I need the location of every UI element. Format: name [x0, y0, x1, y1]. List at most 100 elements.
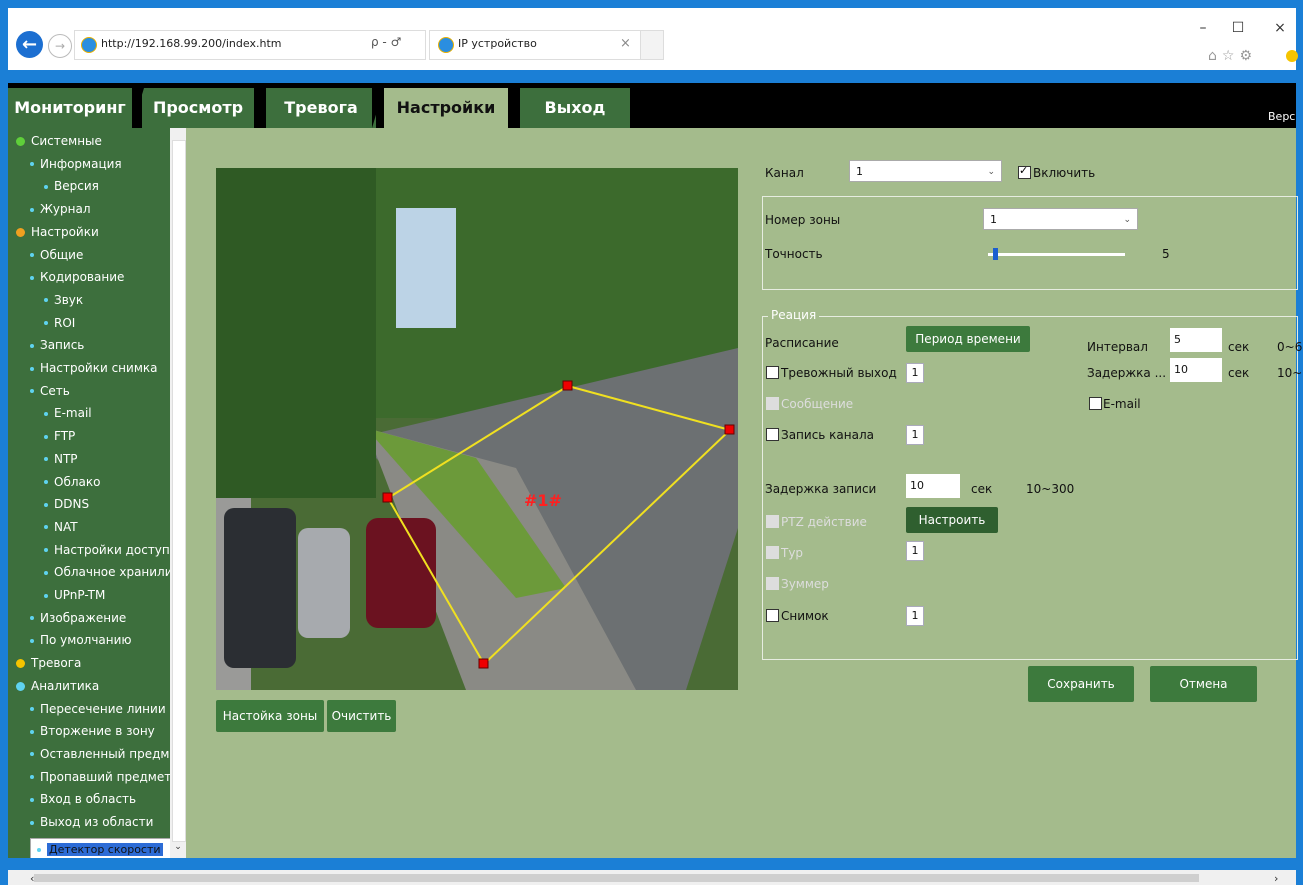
search-refresh-icon[interactable]: ρ - ♂	[371, 35, 401, 49]
zone-vertex[interactable]	[478, 658, 489, 669]
zone-vertex[interactable]	[382, 492, 393, 503]
sidebar-item[interactable]: Настройки снимка	[30, 361, 186, 375]
clear-button[interactable]: Очистить	[327, 700, 396, 732]
tab-settings[interactable]: Настройки	[384, 88, 508, 128]
tour-checkbox[interactable]	[766, 546, 779, 559]
sidebar-item[interactable]: Системные	[16, 134, 176, 148]
version-label: Верс	[1268, 110, 1296, 123]
snapshot-1[interactable]: 1	[906, 606, 924, 626]
sidebar-item[interactable]: Облачное хранилище	[44, 565, 186, 579]
delay-input[interactable]: 10	[1170, 358, 1222, 382]
sidebar-item-label: Запись	[40, 338, 85, 353]
sidebar-item[interactable]: ROI	[44, 316, 186, 330]
sidebar-item[interactable]: Вход в область	[30, 792, 186, 806]
bullet-icon	[44, 548, 48, 553]
sidebar-item[interactable]: Общие	[30, 248, 186, 262]
tour-1[interactable]: 1	[906, 541, 924, 561]
sensitivity-slider-handle[interactable]	[993, 248, 999, 260]
record-channel-label: Запись канала	[781, 428, 874, 442]
tab-close-icon[interactable]: ×	[620, 36, 631, 51]
zone-number-select[interactable]: 1 ⌄	[983, 208, 1138, 230]
message-checkbox[interactable]	[766, 397, 779, 410]
tab-logout[interactable]: Выход	[520, 88, 630, 128]
minimize-button[interactable]: –	[1193, 20, 1213, 36]
ie-icon	[81, 37, 97, 53]
sidebar-item[interactable]: Аналитика	[16, 679, 176, 693]
sidebar-item[interactable]: FTP	[44, 429, 186, 443]
zone-setup-button[interactable]: Настойка зоны	[216, 700, 324, 732]
smiley-icon[interactable]	[1286, 50, 1298, 62]
sidebar-item[interactable]: Облако	[44, 475, 186, 489]
record-channel-checkbox[interactable]	[766, 428, 779, 441]
sidebar-item[interactable]: Журнал	[30, 202, 186, 216]
enable-checkbox[interactable]: ✓	[1018, 164, 1031, 179]
home-favorites-settings-icons[interactable]: ⌂☆⚙	[1208, 48, 1257, 64]
tab-monitoring[interactable]: Мониторинг	[8, 88, 132, 128]
ptz-configure-button[interactable]: Настроить	[906, 507, 998, 533]
scroll-right-icon[interactable]: ›	[1274, 872, 1278, 885]
sidebar-item[interactable]: DDNS	[44, 497, 186, 511]
sidebar-item[interactable]: Кодирование	[30, 270, 186, 284]
cancel-button[interactable]: Отмена	[1150, 666, 1257, 702]
tab-alarm[interactable]: Тревога	[266, 88, 376, 128]
alarm-output-1[interactable]: 1	[906, 363, 924, 383]
sidebar-item[interactable]: Звук	[44, 293, 186, 307]
sidebar-item[interactable]: Сеть	[30, 384, 186, 398]
record-delay-input[interactable]: 10	[906, 474, 960, 498]
camera-preview[interactable]: #1#	[216, 168, 738, 690]
sidebar-item[interactable]: Настройки доступа	[44, 543, 186, 557]
sidebar-item-label: UPnP-TM	[54, 588, 106, 602]
sidebar-item[interactable]: NAT	[44, 520, 186, 534]
sidebar-item[interactable]: NTP	[44, 452, 186, 466]
save-button[interactable]: Сохранить	[1028, 666, 1134, 702]
sidebar-item[interactable]: Пересечение линии	[30, 702, 186, 716]
time-period-button[interactable]: Период времени	[906, 326, 1030, 352]
sidebar-item[interactable]: Тревога	[16, 656, 176, 670]
zone-vertex[interactable]	[724, 424, 735, 435]
sidebar-item[interactable]: Информация	[30, 157, 186, 171]
ptz-checkbox[interactable]	[766, 515, 779, 528]
browser-tab[interactable]: IP устройство ×	[429, 30, 641, 60]
record-channel-1[interactable]: 1	[906, 425, 924, 445]
sidebar-item[interactable]: Вторжение в зону	[30, 724, 186, 738]
snapshot-checkbox[interactable]	[766, 609, 779, 622]
zone-vertex[interactable]	[562, 380, 573, 391]
tab-playback[interactable]: Просмотр	[142, 88, 254, 128]
alarm-output-checkbox[interactable]	[766, 366, 779, 379]
interval-input[interactable]: 5	[1170, 328, 1222, 352]
bullet-icon	[30, 707, 34, 711]
channel-select[interactable]: 1 ⌄	[849, 160, 1002, 182]
scroll-left-icon[interactable]: ‹	[30, 872, 34, 885]
sidebar-item[interactable]: E-mail	[44, 406, 186, 420]
chevron-down-icon: ⌄	[1123, 215, 1131, 225]
sidebar-item[interactable]: Детектор скорости	[30, 837, 186, 858]
horizontal-scroll-thumb[interactable]	[34, 874, 1199, 882]
bullet-icon	[44, 184, 48, 189]
sidebar-item-label: Аналитика	[31, 678, 100, 693]
scroll-down-icon[interactable]: ⌄	[172, 842, 184, 852]
sidebar-item-label: E-mail	[54, 406, 92, 421]
sidebar-item-label: Звук	[54, 292, 84, 307]
close-window-button[interactable]: ×	[1270, 20, 1290, 36]
new-tab-button[interactable]	[640, 30, 664, 60]
bullet-icon	[44, 298, 48, 303]
zone-label: #1#	[524, 491, 562, 510]
sidebar-item[interactable]: Версия	[44, 179, 186, 193]
sidebar-item[interactable]: Оставленный предмет	[30, 747, 186, 761]
address-bar[interactable]: http://192.168.99.200/index.htm ρ - ♂	[74, 30, 426, 60]
forward-button[interactable]: →	[48, 34, 72, 58]
email-checkbox[interactable]	[1089, 397, 1102, 410]
sidebar-item[interactable]: Изображение	[30, 611, 186, 625]
bullet-icon	[44, 570, 48, 575]
sidebar-item[interactable]: Настройки	[16, 225, 176, 239]
sidebar-item[interactable]: Выход из области	[30, 815, 186, 829]
sensitivity-slider-track[interactable]	[988, 253, 1125, 256]
sidebar-item[interactable]: Пропавший предмет	[30, 770, 186, 784]
sidebar-item[interactable]: UPnP-TM	[44, 588, 186, 602]
sidebar-scroll-thumb[interactable]	[172, 140, 186, 842]
back-button[interactable]: ←	[16, 31, 43, 58]
buzzer-checkbox[interactable]	[766, 577, 779, 590]
maximize-button[interactable]: ☐	[1228, 20, 1248, 36]
sidebar-item[interactable]: Запись	[30, 338, 186, 352]
sidebar-item[interactable]: По умолчанию	[30, 633, 186, 647]
